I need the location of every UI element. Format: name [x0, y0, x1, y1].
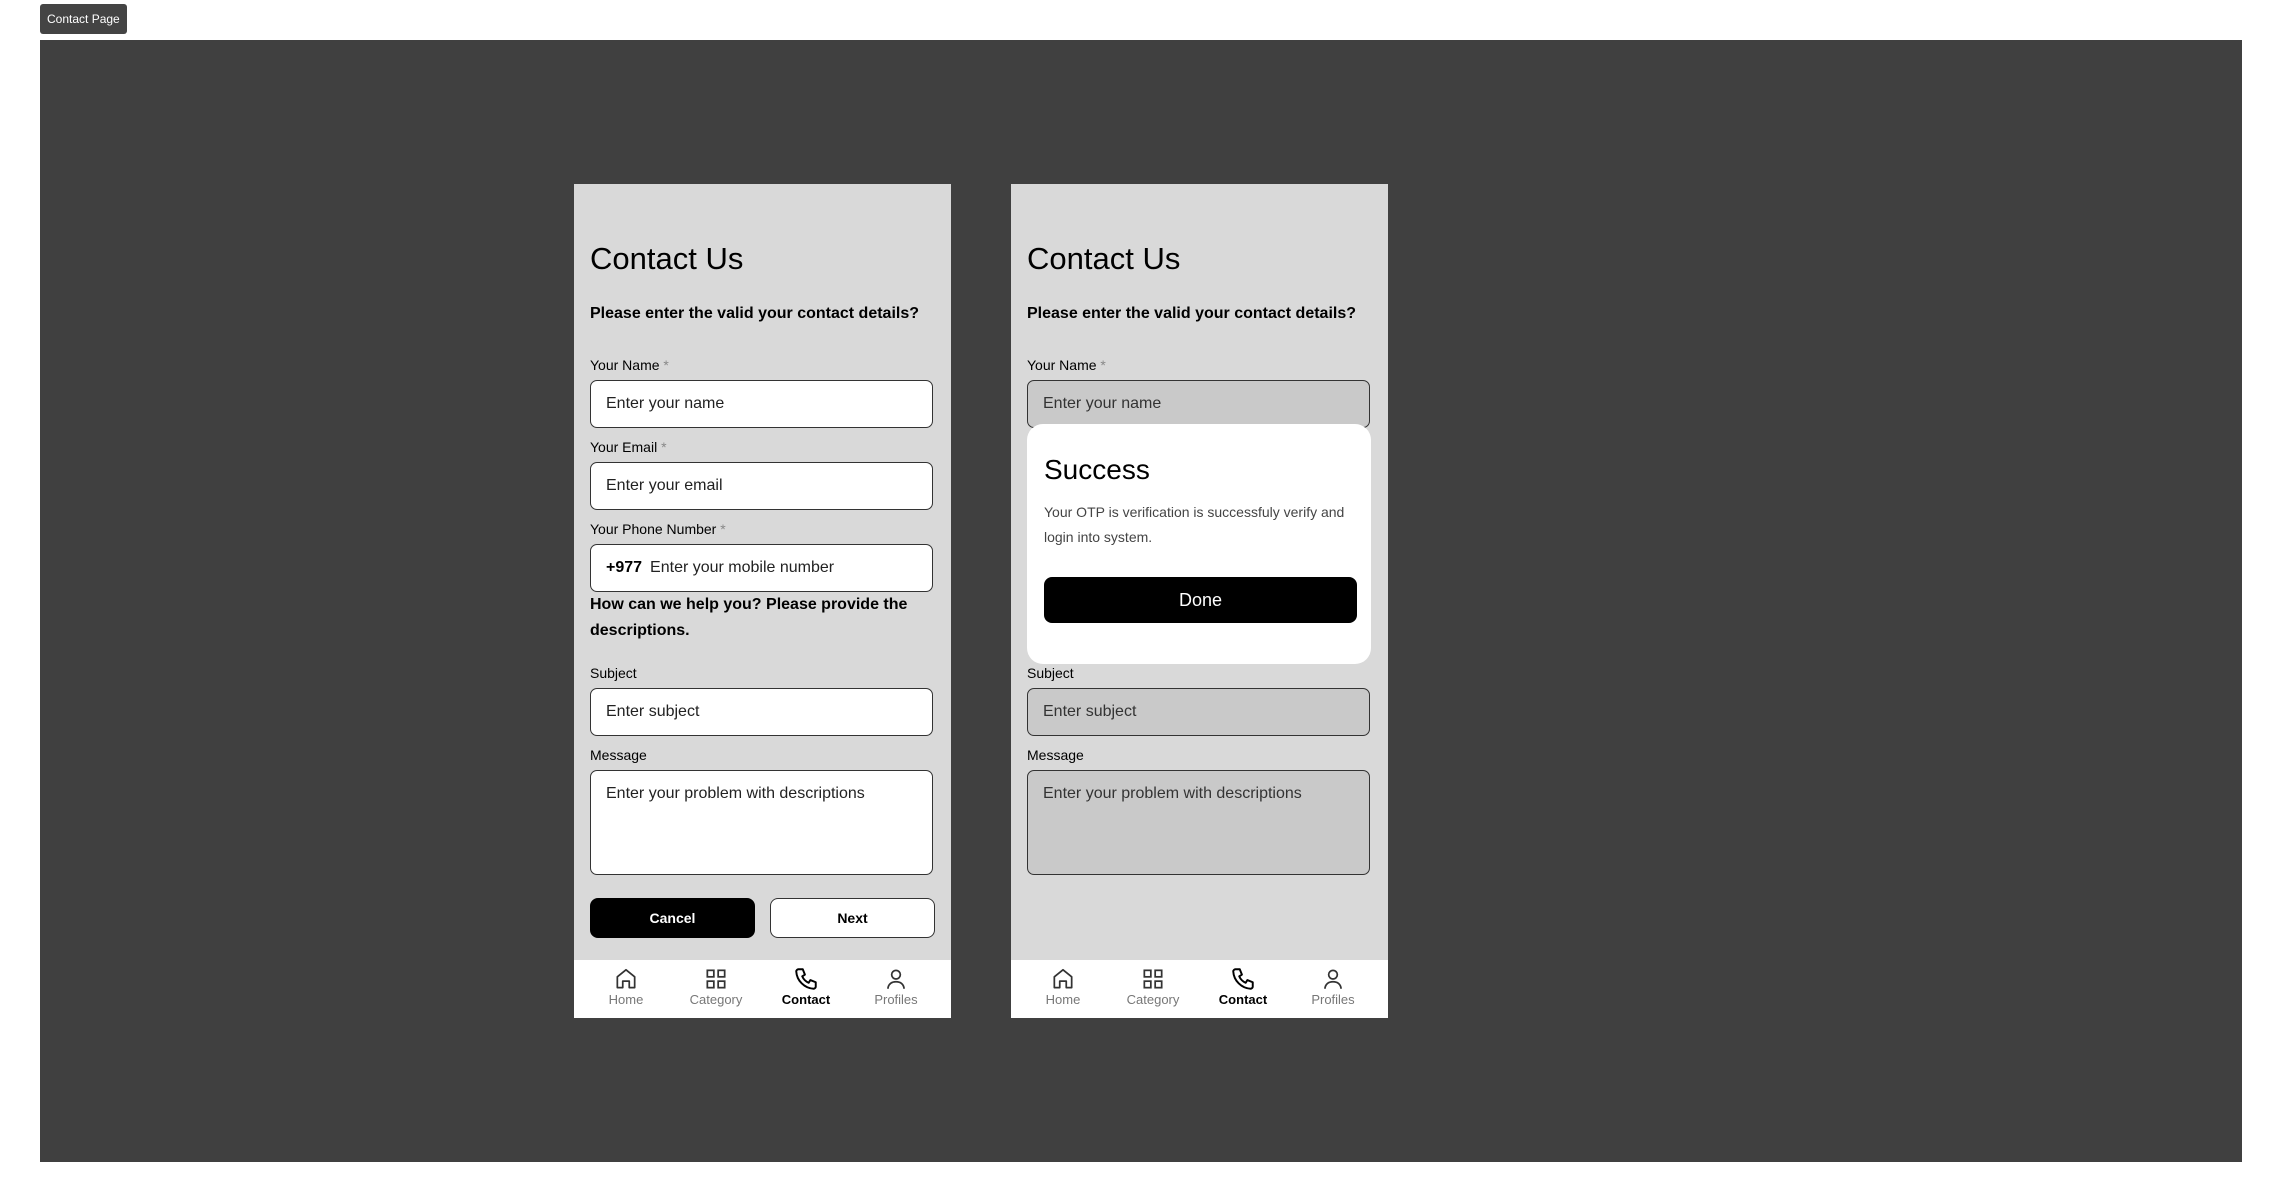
phone-icon	[1232, 968, 1254, 990]
bottom-nav: Home Category Contact Profiles	[1011, 960, 1388, 1018]
nav-label: Profiles	[1311, 992, 1355, 1007]
nav-label: Home	[608, 992, 644, 1007]
country-code[interactable]: +977	[606, 559, 642, 576]
subject-input: Enter subject	[1027, 688, 1370, 736]
form-instructions: Please enter the valid your contact deta…	[1027, 305, 1356, 322]
frame-label: Contact Page	[40, 4, 127, 34]
phone-placeholder: Enter your mobile number	[650, 559, 835, 576]
home-icon	[1053, 968, 1073, 989]
home-icon	[616, 968, 636, 989]
help-heading: How can we help you? Please provide the …	[590, 596, 908, 639]
phone-label: Your Phone Number *	[590, 521, 726, 537]
bottom-nav: Home Category Contact Profiles	[574, 960, 951, 1018]
required-mark: *	[663, 357, 669, 373]
nav-profiles[interactable]: Profiles	[1288, 960, 1378, 1018]
user-icon	[887, 969, 905, 989]
form-instructions: Please enter the valid your contact deta…	[590, 305, 919, 322]
nav-contact[interactable]: Contact	[761, 960, 851, 1018]
user-icon	[1324, 969, 1342, 989]
required-mark: *	[720, 521, 726, 537]
cancel-button[interactable]: Cancel	[590, 898, 755, 938]
nav-label: Profiles	[874, 992, 918, 1007]
required-mark: *	[661, 439, 667, 455]
nav-category[interactable]: Category	[1108, 960, 1198, 1018]
grid-icon	[1143, 969, 1163, 989]
design-canvas: Contact Us Please enter the valid your c…	[40, 40, 2242, 1162]
nav-label: Home	[1045, 992, 1081, 1007]
name-label: Your Name *	[1027, 357, 1106, 373]
message-textarea: Enter your problem with descriptions	[1027, 770, 1370, 875]
phone-input[interactable]: +977 Enter your mobile number	[590, 544, 933, 592]
grid-icon	[706, 969, 726, 989]
page-title: Contact Us	[1027, 241, 1181, 276]
name-input: Enter your name	[1027, 380, 1370, 428]
required-mark: *	[1100, 357, 1106, 373]
modal-message: Your OTP is verification is successfuly …	[1044, 504, 1345, 545]
message-textarea[interactable]: Enter your problem with descriptions	[590, 770, 933, 875]
name-input[interactable]: Enter your name	[590, 380, 933, 428]
next-button[interactable]: Next	[770, 898, 935, 938]
nav-profiles[interactable]: Profiles	[851, 960, 941, 1018]
nav-label: Category	[689, 992, 743, 1007]
nav-label: Contact	[781, 992, 831, 1007]
contact-screen-success: Contact Us Please enter the valid your c…	[1011, 184, 1388, 1018]
modal-title: Success	[1044, 454, 1150, 485]
success-modal: Success Your OTP is verification is succ…	[1027, 424, 1371, 664]
contact-screen-form: Contact Us Please enter the valid your c…	[574, 184, 951, 1018]
nav-category[interactable]: Category	[671, 960, 761, 1018]
message-label: Message	[1027, 747, 1084, 763]
nav-home[interactable]: Home	[581, 960, 671, 1018]
nav-home[interactable]: Home	[1018, 960, 1108, 1018]
email-label: Your Email *	[590, 439, 667, 455]
phone-icon	[795, 968, 817, 990]
message-label: Message	[590, 747, 647, 763]
name-label: Your Name *	[590, 357, 669, 373]
page-title: Contact Us	[590, 241, 744, 276]
subject-label: Subject	[1027, 665, 1074, 681]
done-button[interactable]: Done	[1044, 577, 1357, 623]
subject-label: Subject	[590, 665, 637, 681]
email-input[interactable]: Enter your email	[590, 462, 933, 510]
nav-contact[interactable]: Contact	[1198, 960, 1288, 1018]
nav-label: Category	[1126, 992, 1180, 1007]
nav-label: Contact	[1218, 992, 1268, 1007]
subject-input[interactable]: Enter subject	[590, 688, 933, 736]
